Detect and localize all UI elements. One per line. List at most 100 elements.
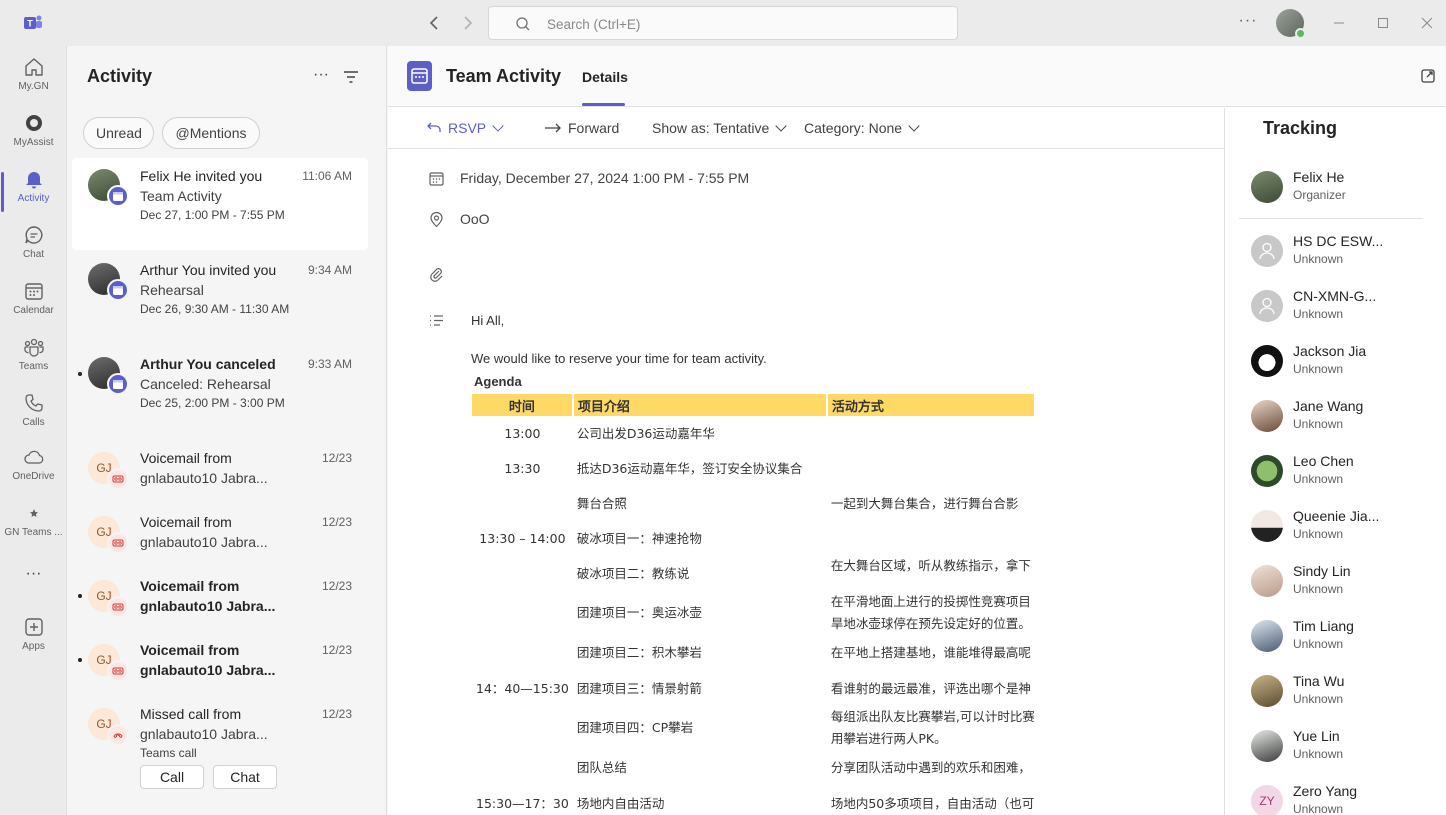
activity-item-detail: Dec 25, 2:00 PM - 3:00 PM [140,396,285,410]
user-avatar[interactable] [1276,9,1306,39]
avatar [1251,675,1283,707]
agenda-time: 13:00 [504,425,541,441]
agenda-header-cell: 项目介绍 [572,394,828,416]
agenda-mode [827,416,1034,451]
organizer-name: Felix He [1293,169,1345,185]
call-back-button[interactable]: Call [140,765,204,789]
filter-icon[interactable] [342,68,360,86]
person-placeholder-icon [1251,290,1283,322]
activity-item[interactable]: GJ Voicemail from gnlabauto10 Jabra... 1… [72,632,368,694]
attendee-item[interactable]: Queenie Jia... Unknown [1251,508,1441,548]
app-rail: My.GN MyAssist Activity Chat Calendar Te… [0,46,67,815]
rail-item-teams[interactable]: Teams [0,336,67,388]
table-row: 舞台合照 一起到大舞台集合，进行舞台合影 [472,486,1034,521]
activity-item[interactable]: Felix He invited you Team Activity Dec 2… [72,158,368,250]
calendar-icon [429,172,444,186]
attendee-status: Unknown [1293,637,1344,651]
attendee-item[interactable]: Leo Chen Unknown [1251,453,1441,493]
forward-label: Forward [568,120,620,136]
agenda-time [472,706,573,728]
attendee-status: Unknown [1293,582,1344,596]
activity-item-time: 9:33 AM [307,357,352,371]
rail-item-myassist[interactable]: MyAssist [0,112,67,164]
filter-unread-chip[interactable]: Unread [83,117,154,149]
attendee-item[interactable]: Yue Lin Unknown [1251,728,1441,768]
settings-more-button[interactable]: ··· [1238,12,1258,32]
rail-item-apps[interactable]: Apps [0,616,67,668]
agenda-item: 团队总结 [576,760,627,775]
rail-item-gn-teams[interactable]: GN Teams ... [0,502,67,554]
popout-icon[interactable] [1420,68,1436,84]
meeting-title: Team Activity [446,66,562,86]
search-input[interactable] [547,14,927,34]
attendee-status: Unknown [1293,417,1344,431]
avatar [1251,565,1283,597]
forward-nav-button[interactable] [456,12,478,34]
attendee-item[interactable]: HS DC ESW... Unknown [1251,233,1441,273]
activity-item[interactable]: GJ Voicemail from gnlabauto10 Jabra... 1… [72,568,368,630]
activity-more-button[interactable]: ··· [311,66,331,86]
back-button[interactable] [424,12,446,34]
minimize-button[interactable] [1328,12,1350,34]
search-box[interactable] [488,6,958,40]
agenda-mode: 每组派出队友比赛攀岩,可以计时比赛 [830,709,1034,724]
attendee-item[interactable]: Tim Liang Unknown [1251,618,1441,658]
attendee-status: Unknown [1293,472,1344,486]
filter-mentions-chip[interactable]: @Mentions [162,117,260,149]
teams-icon [23,338,44,357]
agenda-mode: 旱地冰壶球停在预先设定好的位置。 [830,616,1031,631]
rail-label: Activity [17,193,50,204]
agenda-mode: 一起到大舞台集合，进行舞台合影 [830,495,1019,511]
activity-item[interactable]: GJ Voicemail from gnlabauto10 Jabra... 1… [72,504,368,566]
organizer-item[interactable]: Felix He Organizer [1251,169,1441,209]
unread-indicator [78,594,82,598]
close-button[interactable] [1416,12,1438,34]
tracking-divider [1239,218,1423,219]
tab-details[interactable]: Details [582,69,628,85]
agenda-mode: 看谁射的最远最准，评选出哪个是神 [830,680,1031,696]
avatar [1251,400,1283,432]
rail-item-chat[interactable]: Chat [0,224,67,276]
activity-item-detail: Dec 26, 9:30 AM - 11:30 AM [140,302,290,316]
activity-item[interactable]: GJ Missed call from gnlabauto10 Jabra...… [72,696,368,800]
voicemail-icon [107,596,129,618]
rail-item-calendar[interactable]: Calendar [0,280,67,332]
forward-button[interactable]: Forward [544,120,619,136]
rail-item-calls[interactable]: Calls [0,392,67,444]
rsvp-button[interactable]: RSVP [426,120,504,136]
category-dropdown[interactable]: Category: None [804,120,920,136]
home-icon [24,58,43,76]
activity-item[interactable]: GJ Voicemail from gnlabauto10 Jabra... 1… [72,440,368,502]
attendee-item[interactable]: Jackson Jia Unknown [1251,343,1441,383]
activity-item-detail: Dec 27, 1:00 PM - 7:55 PM [140,208,285,222]
agenda-time [472,486,573,521]
table-row: 13:30 – 14:00 破冰项目一：神速抢物 [472,521,1034,556]
agenda-mode: 场地内50多项项目，自由活动（也可 [830,795,1034,811]
chat-button[interactable]: Chat [213,765,277,789]
table-row: 13:00 公司出发D36运动嘉年华 [472,416,1034,451]
maximize-button[interactable] [1372,12,1394,34]
show-as-dropdown[interactable]: Show as: Tentative [652,120,787,136]
attendee-item[interactable]: Tina Wu Unknown [1251,673,1441,713]
rail-item-my-gn[interactable]: My.GN [0,56,67,108]
activity-item[interactable]: Arthur You canceled Canceled: Rehearsal … [72,346,368,438]
activity-item[interactable]: Arthur You invited you Rehearsal Dec 26,… [72,252,368,344]
attendee-status: Unknown [1293,692,1344,706]
rail-label: Apps [22,641,45,652]
avatar [1251,620,1283,652]
activity-item-time: 12/23 [321,643,352,657]
voicemail-icon [107,660,129,682]
rail-item-more[interactable]: ··· [0,562,67,614]
arrow-right-icon [545,123,561,133]
attendee-item[interactable]: CN-XMN-G... Unknown [1251,288,1441,328]
activity-item-subtitle: Canceled: Rehearsal [140,376,271,392]
rail-item-onedrive[interactable]: OneDrive [0,446,67,498]
rail-item-activity[interactable]: Activity [0,168,67,220]
attendee-item[interactable]: Sindy Lin Unknown [1251,563,1441,603]
attendee-item[interactable]: Jane Wang Unknown [1251,398,1441,438]
activity-item-time: 12/23 [321,579,352,593]
tracking-panel: Tracking Felix He Organizer HS DC ESW...… [1224,108,1446,815]
body-greeting: Hi All, [471,313,505,328]
activity-item-title: Felix He invited you [140,168,263,184]
attendee-item[interactable]: ZY Zero Yang Unknown [1251,783,1441,815]
